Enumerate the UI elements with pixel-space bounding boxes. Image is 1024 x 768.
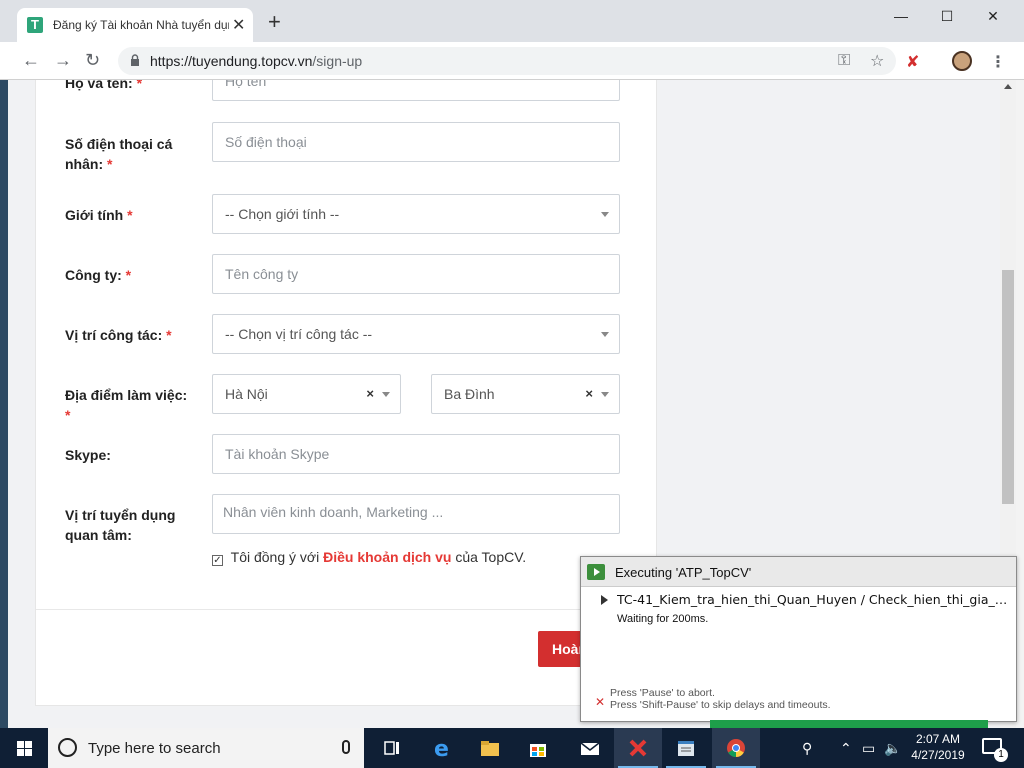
interest-label: Vị trí tuyển dụng quan tâm: [65, 507, 176, 543]
position-select[interactable]: -- Chọn vị trí công tác -- [212, 314, 620, 354]
terms-checkbox[interactable]: ✓ [212, 555, 223, 566]
katalon-status: Waiting for 200ms. [617, 613, 709, 625]
terms-agreement: ✓ Tôi đồng ý với Điều khoản dịch vụ của … [212, 549, 527, 566]
chevron-up-icon[interactable]: ⌃ [840, 740, 852, 757]
people-icon[interactable]: ⚲ [802, 740, 812, 757]
fullname-input[interactable]: Họ tên [212, 80, 620, 101]
phone-input[interactable]: Số điện thoại [212, 122, 620, 162]
store-bag-icon [530, 744, 546, 757]
file-explorer-app[interactable] [466, 728, 514, 768]
katalon-title: Executing 'ATP_TopCV' [615, 565, 752, 580]
phone-label: Số điện thoại cá nhân: * [65, 136, 173, 172]
progress-bar [710, 720, 988, 728]
url-text: https://tuyendung.topcv.vn/sign-up [150, 53, 363, 69]
browser-tab[interactable]: T Đăng ký Tài khoản Nhà tuyển dụng ✕ [17, 8, 253, 42]
address-bar[interactable]: https://tuyendung.topcv.vn/sign-up ⚿ ☆ [118, 47, 896, 75]
desktop-edge [0, 0, 8, 728]
reload-icon[interactable]: ↻ [85, 50, 100, 71]
play-icon [587, 564, 605, 580]
current-test-case: TC-41_Kiem_tra_hien_thi_Quan_Huyen / Che… [617, 592, 1011, 607]
volume-icon[interactable]: 🔈 [884, 740, 901, 757]
location-label: Địa điểm làm việc: * [65, 387, 188, 423]
search-placeholder: Type here to search [88, 740, 221, 757]
topcv-favicon-icon: T [27, 17, 43, 33]
store-app[interactable] [514, 728, 562, 768]
chevron-down-icon [382, 392, 390, 397]
position-label: Vị trí công tác: * [65, 327, 172, 343]
taskbar-search-box[interactable]: Type here to search [48, 728, 364, 768]
clear-district-icon[interactable]: × [585, 386, 593, 401]
close-window-button[interactable]: ✕ [970, 4, 1016, 30]
katalon-hint: Press 'Pause' to abort. Press 'Shift-Pau… [610, 687, 831, 711]
microphone-icon[interactable] [342, 740, 350, 754]
tab-close-icon[interactable]: ✕ [232, 15, 245, 35]
signup-form-card: Họ và tên: * Họ tên Số điện thoại cá nhâ… [35, 80, 657, 706]
chrome-app[interactable] [712, 728, 760, 768]
chrome-icon [727, 739, 745, 757]
notepad-icon [678, 741, 694, 756]
task-view-icon [384, 741, 399, 755]
mail-app[interactable] [566, 728, 614, 768]
edge-app[interactable]: e [418, 728, 466, 768]
katalon-app-icon [629, 739, 647, 757]
interest-input[interactable]: Nhân viên kinh doanh, Marketing ... [212, 494, 620, 534]
terms-link[interactable]: Điều khoản dịch vụ [323, 549, 451, 565]
expand-triangle-icon[interactable] [601, 595, 608, 605]
start-button[interactable] [0, 728, 48, 768]
forward-arrow-icon[interactable]: → [54, 50, 72, 71]
gender-label: Giới tính * [65, 207, 133, 223]
minimize-button[interactable]: — [878, 4, 924, 30]
tab-title: Đăng ký Tài khoản Nhà tuyển dụng [53, 18, 229, 32]
bookmark-star-icon[interactable]: ☆ [870, 51, 884, 71]
katalon-execution-panel: Executing 'ATP_TopCV' TC-41_Kiem_tra_hie… [580, 556, 1017, 722]
chevron-down-icon [601, 392, 609, 397]
katalon-panel-header: Executing 'ATP_TopCV' [581, 557, 1016, 587]
chevron-down-icon [601, 332, 609, 337]
chrome-menu-icon[interactable]: ⋮ [990, 52, 1006, 72]
key-icon[interactable]: ⚿ [838, 52, 850, 70]
notepad-app[interactable] [662, 728, 710, 768]
browser-toolbar: ← → ↻ https://tuyendung.topcv.vn/sign-up… [0, 42, 1024, 80]
city-select[interactable]: Hà Nội × [212, 374, 401, 414]
fullname-label: Họ và tên: * [65, 80, 143, 91]
abort-icon: ✕ [595, 695, 606, 709]
notification-badge: 1 [994, 748, 1008, 762]
scroll-up-icon[interactable] [1004, 84, 1012, 89]
skype-input[interactable]: Tài khoản Skype [212, 434, 620, 474]
task-view-button[interactable] [368, 728, 416, 768]
svg-text:e: e [434, 737, 449, 759]
district-select[interactable]: Ba Đình × [431, 374, 620, 414]
chevron-down-icon [601, 212, 609, 217]
taskbar-clock[interactable]: 2:07 AM 4/27/2019 [906, 731, 970, 763]
scroll-thumb[interactable] [1002, 270, 1014, 504]
skype-label: Skype: [65, 447, 111, 463]
clear-city-icon[interactable]: × [366, 386, 374, 401]
network-icon[interactable]: ▭ [862, 740, 875, 757]
new-tab-button[interactable]: + [268, 11, 281, 33]
windows-taskbar: Type here to search e ⚲ ⌃ ▭ 🔈 2:07 AM 4/… [0, 728, 1024, 768]
company-label: Công ty: * [65, 267, 132, 283]
katalon-extension-icon[interactable]: ✘ [906, 52, 919, 72]
edge-icon: e [434, 737, 449, 759]
browser-tab-bar: T Đăng ký Tài khoản Nhà tuyển dụng ✕ + —… [0, 0, 1024, 42]
maximize-button[interactable]: ☐ [924, 4, 970, 30]
form-divider [36, 609, 656, 610]
profile-avatar[interactable] [952, 51, 972, 71]
company-input[interactable]: Tên công ty [212, 254, 620, 294]
mail-icon [580, 742, 600, 755]
katalon-recorder-app[interactable] [614, 728, 662, 768]
folder-icon [481, 741, 499, 756]
cortana-icon [58, 738, 77, 757]
gender-select[interactable]: -- Chọn giới tính -- [212, 194, 620, 234]
back-arrow-icon[interactable]: ← [22, 50, 40, 71]
lock-icon [131, 54, 139, 66]
